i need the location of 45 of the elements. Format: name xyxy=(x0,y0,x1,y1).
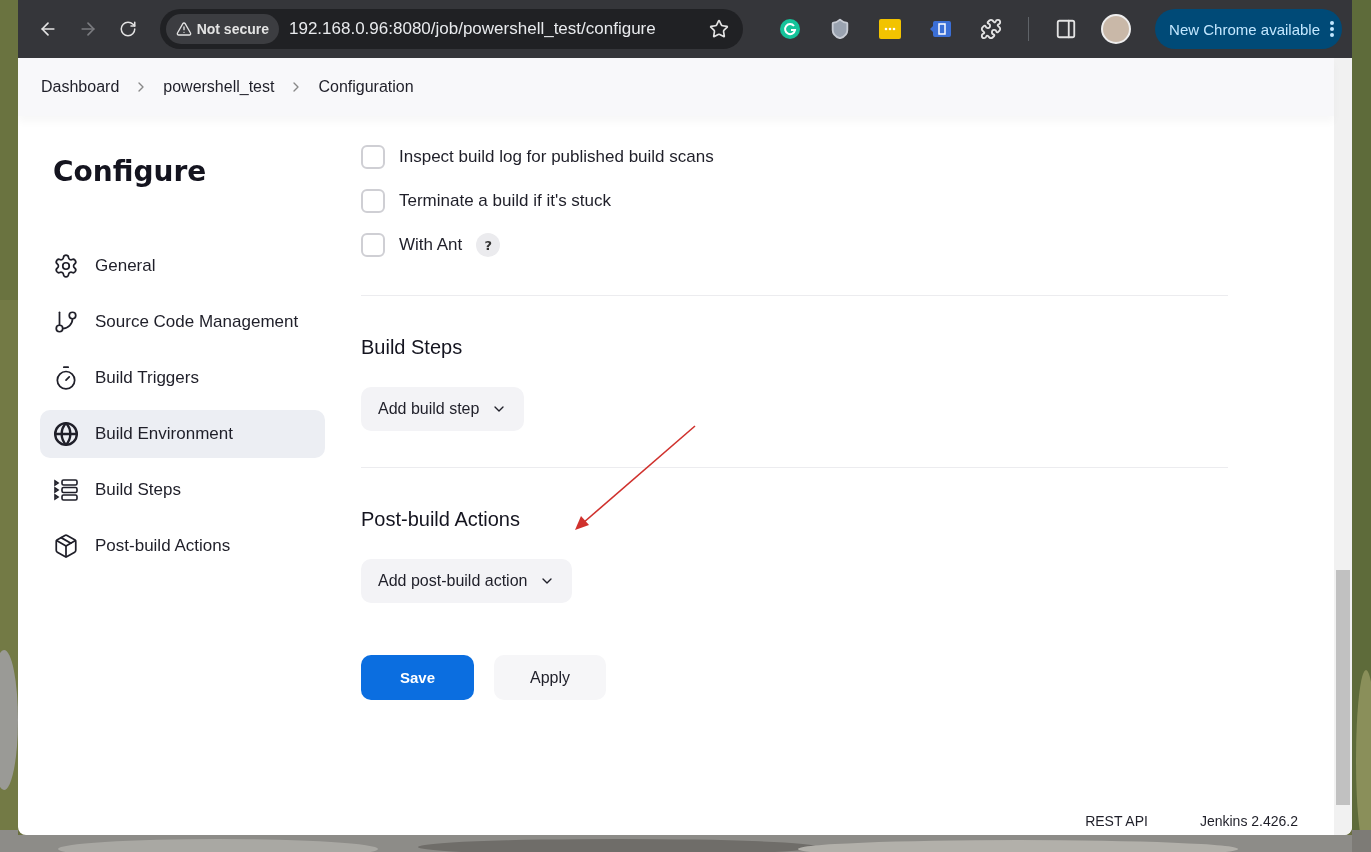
help-button[interactable]: ? xyxy=(476,233,501,257)
footer-link[interactable]: REST API xyxy=(1085,813,1148,829)
branch-icon xyxy=(53,309,79,335)
breadcrumb-link[interactable]: powershell_test xyxy=(163,78,275,96)
breadcrumb-link[interactable]: Configuration xyxy=(318,78,414,96)
reload-icon xyxy=(118,20,137,38)
dropdown-button[interactable]: Add build step xyxy=(361,387,525,431)
checkbox[interactable] xyxy=(361,189,385,213)
footer-link[interactable]: Jenkins 2.426.2 xyxy=(1199,813,1298,829)
breadcrumb-link[interactable]: Dashboard xyxy=(41,78,120,96)
warning-icon xyxy=(175,21,192,37)
section-heading: Build Steps xyxy=(361,336,463,359)
sidebar-item[interactable]: Post-build Actions xyxy=(40,522,325,570)
bookmark-star-icon[interactable] xyxy=(709,19,730,39)
globe-icon xyxy=(53,421,79,447)
sidebar-item[interactable]: Build Steps xyxy=(40,466,325,514)
checkbox[interactable] xyxy=(361,233,385,257)
side-panel-icon[interactable] xyxy=(1054,18,1077,40)
option-label: Inspect build log for published build scans xyxy=(399,147,714,167)
extension-icon[interactable] xyxy=(929,18,952,40)
security-chip[interactable]: Not secure xyxy=(165,14,279,44)
update-button[interactable]: New Chrome available xyxy=(1155,9,1342,49)
option-label: With Ant xyxy=(399,235,463,255)
package-icon xyxy=(53,533,79,559)
url-text: 192.168.0.96:8080/job/powershell_test/configure xyxy=(289,19,657,39)
address-bar[interactable]: Not secure 192.168.0.96:8080/job/powershell_test/configure xyxy=(159,9,744,49)
extension-icon[interactable] xyxy=(778,18,801,40)
profile-avatar[interactable] xyxy=(1101,14,1131,44)
section-heading: Post-build Actions xyxy=(361,508,520,531)
extensions-icon[interactable] xyxy=(979,18,1002,40)
sidebar-item[interactable]: Source Code Management xyxy=(40,298,325,346)
more-icon xyxy=(1330,21,1334,37)
extension-icon[interactable] xyxy=(879,18,902,40)
scrollbar[interactable] xyxy=(1334,58,1352,835)
sidebar-item[interactable]: General xyxy=(40,242,325,290)
gear-icon xyxy=(53,253,79,279)
page-title: Configure xyxy=(53,154,208,190)
dropdown-button[interactable]: Add post-build action xyxy=(361,559,573,603)
list-icon xyxy=(53,477,79,503)
checkbox[interactable] xyxy=(361,145,385,169)
option-label: Terminate a build if it's stuck xyxy=(399,191,612,211)
sidebar-item[interactable]: Build Triggers xyxy=(40,354,325,402)
apply-button[interactable]: Apply xyxy=(494,655,606,700)
save-button[interactable]: Save xyxy=(361,655,474,700)
sidebar-item[interactable]: Build Environment xyxy=(40,410,325,458)
